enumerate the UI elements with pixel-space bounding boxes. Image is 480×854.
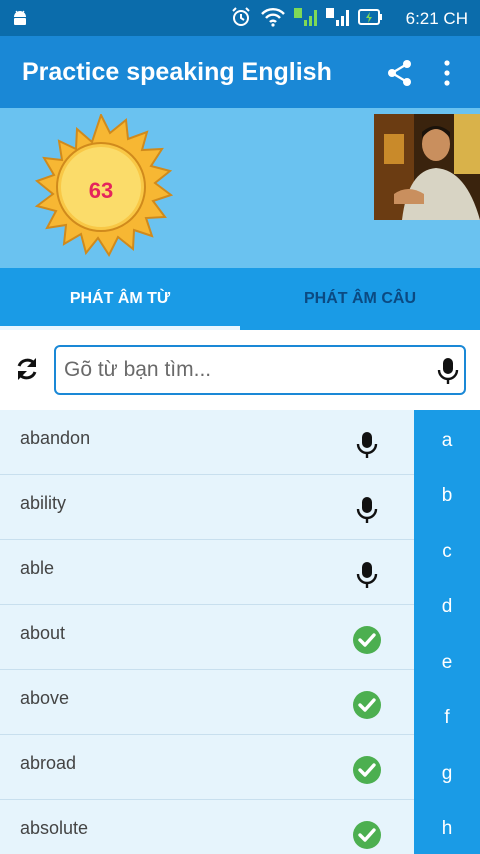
app-bar: Practice speaking English <box>0 36 480 108</box>
avatar-photo-icon <box>374 114 480 220</box>
search-input[interactable] <box>64 355 424 385</box>
sync-icon[interactable] <box>12 354 42 384</box>
app-title: Practice speaking English <box>22 58 332 86</box>
word-label: able <box>20 558 55 578</box>
list-item[interactable]: about <box>0 605 414 670</box>
wifi-icon <box>261 8 285 27</box>
tab-word-pronunciation[interactable]: PHÁT ÂM TỪ <box>0 268 240 330</box>
tab-sentence-pronunciation[interactable]: PHÁT ÂM CÂU <box>240 268 480 330</box>
check-circle-icon[interactable] <box>352 820 382 850</box>
score-value: 63 <box>88 178 114 203</box>
list-item[interactable]: able <box>0 540 414 605</box>
check-circle-icon[interactable] <box>352 625 382 655</box>
index-letter-a[interactable]: a <box>414 430 480 452</box>
list-item[interactable]: absolute <box>0 800 414 854</box>
alphabet-index: a b c d e f g h <box>414 410 480 854</box>
check-circle-icon[interactable] <box>352 690 382 720</box>
list-item[interactable]: abroad <box>0 735 414 800</box>
check-circle-icon[interactable] <box>352 755 382 785</box>
word-label: above <box>20 688 70 708</box>
index-letter-d[interactable]: d <box>414 596 480 618</box>
index-letter-c[interactable]: c <box>414 541 480 563</box>
index-letter-b[interactable]: b <box>414 485 480 507</box>
list-item[interactable]: above <box>0 670 414 735</box>
mic-icon[interactable] <box>352 560 382 590</box>
search-box <box>54 345 466 395</box>
signal-1-icon <box>294 8 317 26</box>
battery-charging-icon <box>358 9 382 25</box>
mic-icon[interactable] <box>352 430 382 460</box>
list-item[interactable]: ability <box>0 475 414 540</box>
signal-2-icon <box>326 8 349 26</box>
word-label: abandon <box>20 428 91 448</box>
avatar[interactable] <box>374 114 480 220</box>
word-label: about <box>20 623 66 643</box>
status-time: 6:21 CH <box>405 9 468 28</box>
android-icon <box>14 10 26 25</box>
word-label: abroad <box>20 753 77 773</box>
more-vert-icon[interactable] <box>436 58 458 88</box>
list-item[interactable]: abandon <box>0 410 414 475</box>
word-list: abandon ability able about above abroad … <box>0 410 414 854</box>
tab-bar: PHÁT ÂM TỪ PHÁT ÂM CÂU <box>0 268 480 330</box>
alarm-icon <box>232 7 250 26</box>
word-label: ability <box>20 493 67 513</box>
index-letter-e[interactable]: e <box>414 652 480 674</box>
index-letter-g[interactable]: g <box>414 763 480 785</box>
index-letter-h[interactable]: h <box>414 818 480 840</box>
share-icon[interactable] <box>385 58 415 88</box>
mic-icon[interactable] <box>352 495 382 525</box>
mic-icon[interactable] <box>436 357 460 385</box>
status-bar: 6:21 CH <box>0 0 480 36</box>
index-letter-f[interactable]: f <box>414 707 480 729</box>
word-label: absolute <box>20 818 89 838</box>
